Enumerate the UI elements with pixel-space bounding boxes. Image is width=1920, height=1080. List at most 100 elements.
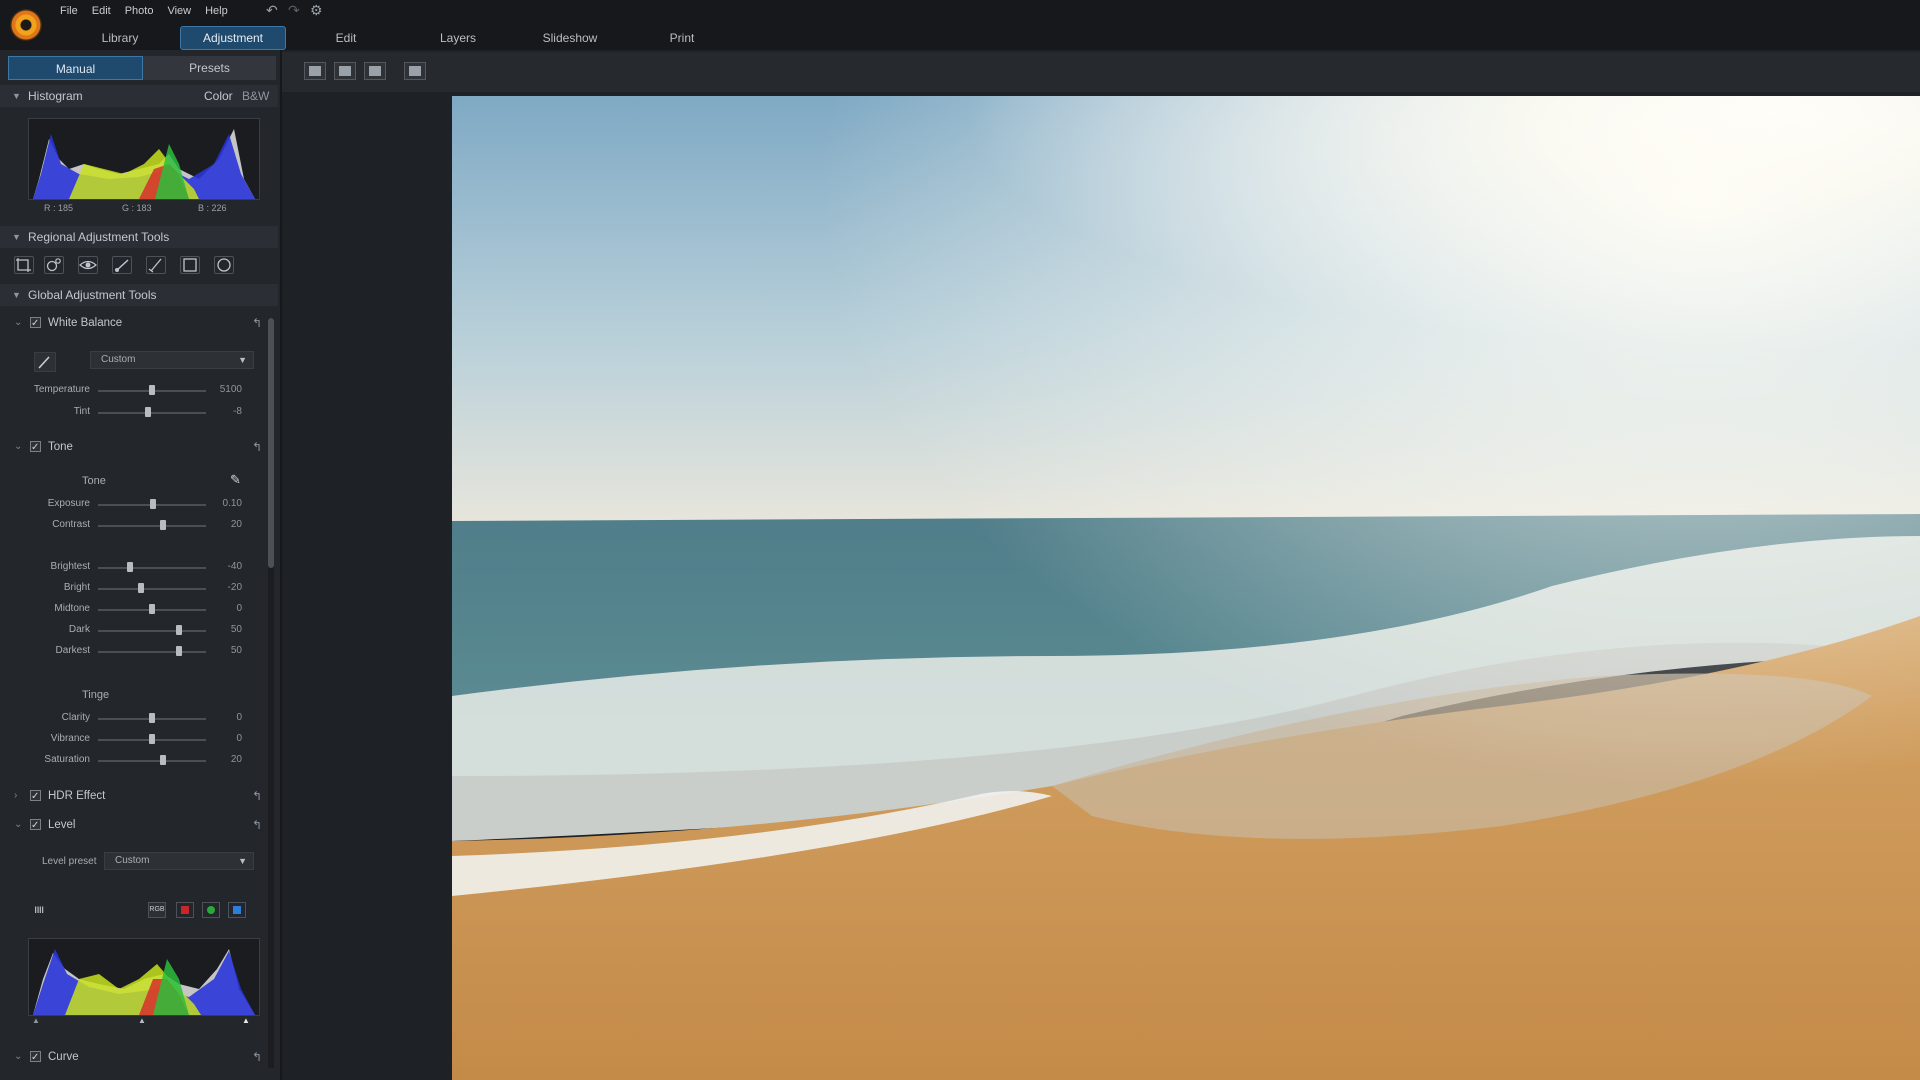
histogram-graph (28, 118, 260, 200)
bright-value[interactable]: -20 (210, 582, 242, 593)
level-checkbox[interactable] (30, 814, 41, 838)
spot-removal-icon[interactable] (44, 256, 64, 274)
reset-icon[interactable]: ↰ (252, 813, 262, 837)
darkest-slider-track[interactable] (98, 651, 206, 653)
exposure-value[interactable]: 0.10 (210, 498, 242, 509)
square-mask-icon[interactable] (180, 256, 200, 274)
darkest-slider-thumb[interactable] (176, 646, 182, 656)
view-grid-icon[interactable] (364, 62, 386, 80)
brush-tool-icon[interactable] (112, 256, 132, 274)
midtone-value[interactable]: 0 (210, 603, 242, 614)
curve-header[interactable]: ⌄ Curve ↰ (0, 1045, 270, 1070)
contrast-slider-thumb[interactable] (159, 520, 166, 530)
tab-slideshow[interactable]: Slideshow (514, 27, 626, 49)
white-balance-header[interactable]: ⌄ White Balance ↰ (0, 311, 270, 336)
midtone-label: Midtone (54, 603, 90, 614)
brightest-value[interactable]: -40 (210, 561, 242, 572)
temperature-value[interactable]: 5100 (210, 384, 242, 395)
auto-tone-pin-icon[interactable]: ✎ (230, 472, 241, 488)
exposure-slider-thumb[interactable] (150, 499, 157, 509)
clarity-value[interactable]: 0 (210, 712, 242, 723)
vibrance-slider-thumb[interactable] (149, 734, 155, 744)
menu-view[interactable]: View (167, 3, 191, 19)
radial-mask-icon[interactable] (214, 256, 234, 274)
curve-checkbox[interactable] (30, 1046, 41, 1070)
exposure-label: Exposure (47, 498, 90, 509)
view-fullscreen-icon[interactable] (404, 62, 426, 80)
eyedropper-icon[interactable] (34, 352, 56, 372)
global-tools-header[interactable]: ▼ Global Adjustment Tools (0, 284, 278, 306)
level-ruler-icon[interactable]: ıııı (34, 902, 44, 916)
level-preset-dropdown[interactable]: Custom ▼ (104, 852, 254, 870)
dark-slider-track[interactable] (98, 630, 206, 632)
dark-slider-thumb[interactable] (176, 625, 182, 635)
white-balance-preset-dropdown[interactable]: Custom ▼ (90, 351, 254, 369)
level-green-channel-icon[interactable] (202, 902, 220, 918)
saturation-slider-track[interactable] (98, 760, 206, 762)
histogram-section-header[interactable]: ▼ Histogram Color B&W (0, 85, 278, 107)
tint-slider-thumb[interactable] (144, 407, 151, 417)
histogram-bw-toggle[interactable]: B&W (242, 85, 269, 107)
level-header[interactable]: ⌄ Level ↰ (0, 813, 270, 838)
undo-icon[interactable]: ↶ (266, 2, 278, 19)
temperature-slider-row: Temperature 5100 (0, 382, 270, 400)
clarity-slider-thumb[interactable] (149, 713, 155, 723)
level-rgb-channel-button[interactable]: RGB (148, 902, 166, 918)
bright-slider-track[interactable] (98, 588, 206, 590)
reset-icon[interactable]: ↰ (252, 1045, 262, 1069)
hdr-effect-checkbox[interactable] (30, 785, 41, 809)
menu-file[interactable]: File (60, 3, 78, 19)
reset-icon[interactable]: ↰ (252, 435, 262, 459)
gradient-brush-icon[interactable] (146, 256, 166, 274)
tab-print[interactable]: Print (626, 27, 738, 49)
tint-value[interactable]: -8 (210, 406, 242, 417)
level-midtone-handle[interactable]: ▲ (138, 1016, 146, 1025)
menu-edit[interactable]: Edit (92, 3, 111, 19)
level-blue-channel-icon[interactable] (228, 902, 246, 918)
midtone-slider-thumb[interactable] (149, 604, 155, 614)
tab-presets[interactable]: Presets (143, 56, 276, 80)
brightest-slider-thumb[interactable] (127, 562, 134, 572)
tab-adjustment[interactable]: Adjustment (180, 26, 286, 50)
tab-library[interactable]: Library (64, 27, 176, 49)
photo-preview[interactable] (452, 96, 1920, 1080)
view-single-icon[interactable] (304, 62, 326, 80)
vibrance-label: Vibrance (50, 733, 90, 744)
reset-icon[interactable]: ↰ (252, 311, 262, 335)
contrast-slider-track[interactable] (98, 525, 206, 527)
temperature-slider-thumb[interactable] (149, 385, 155, 395)
level-red-channel-icon[interactable] (176, 902, 194, 918)
vibrance-value[interactable]: 0 (210, 733, 242, 744)
level-white-point-handle[interactable]: ▲ (242, 1016, 250, 1025)
bright-slider-thumb[interactable] (138, 583, 145, 593)
menu-help[interactable]: Help (205, 3, 228, 19)
darkest-value[interactable]: 50 (210, 645, 242, 656)
contrast-value[interactable]: 20 (210, 519, 242, 530)
settings-gear-icon[interactable]: ⚙ (310, 2, 323, 19)
histogram-b-value: B : 226 (198, 203, 227, 213)
saturation-slider-thumb[interactable] (159, 755, 166, 765)
crop-tool-icon[interactable] (14, 256, 34, 274)
tab-layers[interactable]: Layers (402, 27, 514, 49)
menu-photo[interactable]: Photo (125, 3, 154, 19)
tab-edit[interactable]: Edit (290, 27, 402, 49)
brightest-slider-track[interactable] (98, 567, 206, 569)
view-compare-icon[interactable] (334, 62, 356, 80)
hdr-effect-header[interactable]: › HDR Effect ↰ (0, 784, 270, 809)
tint-slider-track[interactable] (98, 412, 206, 414)
regional-tools-header[interactable]: ▼ Regional Adjustment Tools (0, 226, 278, 248)
main-tabs: Library Adjustment Edit Layers Slideshow… (64, 26, 738, 50)
red-eye-icon[interactable] (78, 256, 98, 274)
tab-manual[interactable]: Manual (8, 56, 143, 80)
redo-icon[interactable]: ↷ (288, 2, 300, 19)
tone-checkbox[interactable] (30, 436, 41, 460)
tone-header[interactable]: ⌄ Tone ↰ (0, 435, 270, 460)
saturation-value[interactable]: 20 (210, 754, 242, 765)
level-black-point-handle[interactable]: ▲ (32, 1016, 40, 1025)
tone-title: Tone (48, 441, 73, 453)
histogram-color-toggle[interactable]: Color (204, 85, 233, 107)
reset-icon[interactable]: ↰ (252, 784, 262, 808)
white-balance-checkbox[interactable] (30, 312, 41, 336)
saturation-slider-row: Saturation 20 (0, 752, 270, 770)
dark-value[interactable]: 50 (210, 624, 242, 635)
